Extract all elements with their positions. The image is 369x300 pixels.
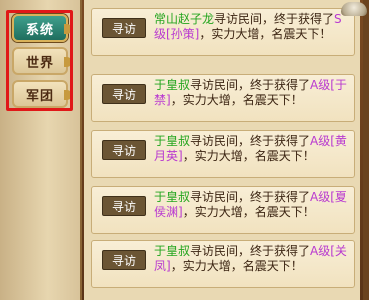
player-name[interactable]: 于皇叔: [154, 244, 190, 258]
message-tail: ，实力大增，名震天下！: [182, 149, 315, 163]
player-name[interactable]: 于皇叔: [154, 190, 190, 204]
message-tail: ，实力大增，名震天下！: [182, 205, 315, 219]
message-tag: 寻访: [102, 250, 146, 270]
tab-highlight-box: [6, 10, 73, 111]
message-text: 于皇叔寻访民间，终于获得了A级[黄月英]，实力大增，名震天下！: [154, 134, 350, 164]
message-tag: 寻访: [102, 84, 146, 104]
message-card: 寻访 常山赵子龙寻访民间，终于获得了S级[孙策]，实力大增，名震天下！: [91, 8, 355, 56]
scrollbar[interactable]: [363, 0, 369, 300]
message-tag: 寻访: [102, 140, 146, 160]
message-text: 于皇叔寻访民间，终于获得了A级[关凤]，实力大增，名震天下！: [154, 244, 350, 274]
ornament-orb-icon: [341, 2, 367, 16]
message-tail: ，实力大增，名震天下！: [170, 93, 303, 107]
message-card: 寻访 于皇叔寻访民间，终于获得了A级[于禁]，实力大增，名震天下！: [91, 74, 355, 122]
player-name[interactable]: 于皇叔: [154, 134, 190, 148]
message-body: 寻访民间，终于获得了: [190, 244, 311, 258]
message-body: 寻访民间，终于获得了: [190, 78, 311, 92]
message-body: 寻访民间，终于获得了: [190, 134, 311, 148]
message-text: 于皇叔寻访民间，终于获得了A级[夏侯渊]，实力大增，名震天下！: [154, 190, 350, 220]
message-tag: 寻访: [102, 18, 146, 38]
message-text: 于皇叔寻访民间，终于获得了A级[于禁]，实力大增，名震天下！: [154, 78, 350, 108]
chat-panel: 系统 世界 军团 寻访 常山赵子龙寻访民间，终于获得了S级[孙策]，实力大增，名…: [0, 0, 369, 300]
message-card: 寻访 于皇叔寻访民间，终于获得了A级[夏侯渊]，实力大增，名震天下！: [91, 186, 355, 234]
player-name[interactable]: 常山赵子龙: [154, 12, 214, 26]
message-list[interactable]: 寻访 常山赵子龙寻访民间，终于获得了S级[孙策]，实力大增，名震天下！ 寻访 于…: [84, 0, 360, 300]
player-name[interactable]: 于皇叔: [154, 78, 190, 92]
channel-sidebar: 系统 世界 军团: [0, 0, 82, 300]
message-tail: ，实力大增，名震天下！: [199, 27, 332, 41]
message-card: 寻访 于皇叔寻访民间，终于获得了A级[关凤]，实力大增，名震天下！: [91, 240, 355, 288]
message-body: 寻访民间，终于获得了: [190, 190, 311, 204]
message-body: 寻访民间，终于获得了: [214, 12, 335, 26]
message-tag: 寻访: [102, 196, 146, 216]
message-text: 常山赵子龙寻访民间，终于获得了S级[孙策]，实力大增，名震天下！: [154, 12, 350, 42]
message-card: 寻访 于皇叔寻访民间，终于获得了A级[黄月英]，实力大增，名震天下！: [91, 130, 355, 178]
message-tail: ，实力大增，名震天下！: [170, 259, 303, 273]
